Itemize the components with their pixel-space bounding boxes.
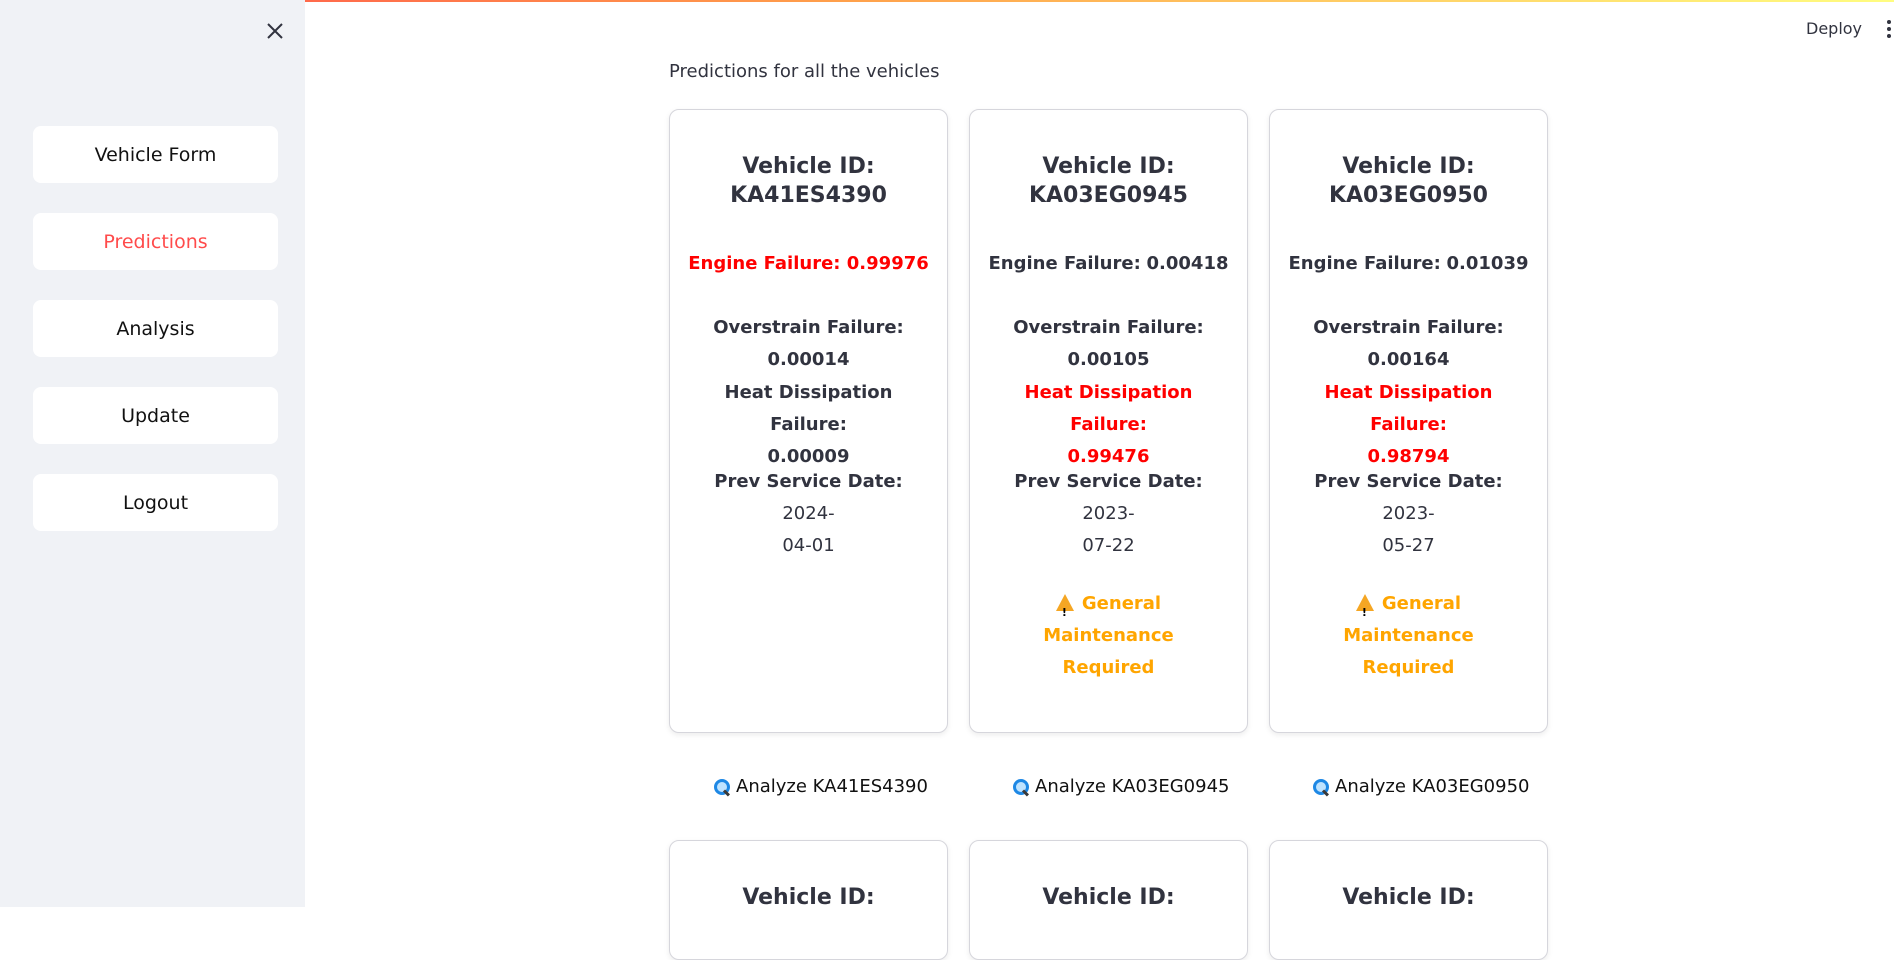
vehicle-card: Vehicle ID: KA03EG0945 Engine Failure: 0… [969,109,1248,733]
metric-value: 0.99476 [1067,446,1150,467]
analyze-vehicle-button[interactable]: Analyze KA03EG0945 [1012,776,1229,797]
magnifying-glass-icon [713,778,730,795]
sidebar-item-update[interactable]: Update [33,387,278,444]
metric-label: Engine Failure: [688,253,841,274]
maintenance-warning: General Maintenance Required [988,588,1229,684]
metric-label: Engine Failure: [1288,253,1441,274]
service-date-part: 2024- [782,503,835,524]
analyze-label: Analyze KA03EG0950 [1335,776,1530,797]
vehicle-card: Vehicle ID: [669,840,948,960]
close-sidebar-button[interactable] [262,18,288,44]
vehicle-card: Vehicle ID: [1269,840,1548,960]
service-date-part: 2023- [1382,503,1435,524]
card-title-prefix: Vehicle ID: [1042,885,1175,910]
sidebar-item-logout[interactable]: Logout [33,474,278,531]
sidebar-item-predictions[interactable]: Predictions [33,213,278,270]
analyze-label: Analyze KA03EG0945 [1035,776,1230,797]
overstrain-failure: Overstrain Failure: 0.00164 [1288,312,1529,376]
metric-label: Heat Dissipation Failure: [1024,382,1193,435]
metric-label: Prev Service Date: [714,471,903,492]
card-title-prefix: Vehicle ID: [1342,885,1475,910]
card-title-prefix: Vehicle ID: [1342,154,1475,179]
prev-service-date: Prev Service Date: 2024- 04-01 [688,466,929,562]
magnifying-glass-icon [1012,778,1029,795]
metric-label: Engine Failure: [988,253,1141,274]
prev-service-date: Prev Service Date: 2023- 07-22 [988,466,1229,562]
prev-service-date: Prev Service Date: 2023- 05-27 [1288,466,1529,562]
vehicle-card: Vehicle ID: KA41ES4390 Engine Failure: 0… [669,109,948,733]
overstrain-failure: Overstrain Failure: 0.00105 [988,312,1229,376]
sidebar-item-label: Vehicle Form [94,143,217,166]
card-title: Vehicle ID: KA03EG0950 [1270,152,1547,210]
analyze-vehicle-button[interactable]: Analyze KA41ES4390 [713,776,928,797]
metric-value: 0.01039 [1446,253,1529,274]
metric-label: Overstrain Failure: [1313,317,1504,338]
service-date-part: 2023- [1082,503,1135,524]
deploy-button[interactable]: Deploy [1806,19,1862,38]
card-title-prefix: Vehicle ID: [1042,154,1175,179]
sidebar-item-label: Logout [122,491,189,514]
metric-value: 0.00014 [767,349,850,370]
warning-icon [1055,594,1074,629]
heat-dissipation-failure: Heat Dissipation Failure: 0.00009 [688,377,929,473]
vehicle-card: Vehicle ID: KA03EG0950 Engine Failure: 0… [1269,109,1548,733]
vehicle-id: KA03EG0950 [1328,183,1488,208]
analyze-label: Analyze KA41ES4390 [736,776,928,797]
card-title: Vehicle ID: KA03EG0945 [970,152,1247,210]
card-title-prefix: Vehicle ID: [742,154,875,179]
vehicle-id: KA03EG0945 [1028,183,1188,208]
warning-icon [1355,594,1374,629]
sidebar: Vehicle Form Predictions Analysis Update… [0,0,305,907]
metric-label: Heat Dissipation Failure: [724,382,893,435]
metric-value: 0.98794 [1367,446,1450,467]
more-menu-icon[interactable] [1884,20,1894,40]
heat-dissipation-failure: Heat Dissipation Failure: 0.99476 [988,377,1229,473]
vehicle-id: KA41ES4390 [730,183,887,208]
sidebar-item-vehicle-form[interactable]: Vehicle Form [33,126,278,183]
close-icon [267,23,283,39]
metric-value: 0.99976 [846,253,929,274]
service-date-part: 05-27 [1382,535,1435,556]
vehicle-card: Vehicle ID: [969,840,1248,960]
sidebar-item-label: Analysis [116,317,195,340]
warning-text: Required [1362,657,1455,678]
page-title: Predictions for all the vehicles [669,61,940,82]
metric-value: 0.00105 [1067,349,1150,370]
sidebar-item-label: Update [121,404,190,427]
service-date-part: 07-22 [1082,535,1135,556]
metric-value: 0.00009 [767,446,850,467]
service-date-part: 04-01 [782,535,835,556]
metric-value: 0.00418 [1146,253,1229,274]
maintenance-warning: General Maintenance Required [1288,588,1529,684]
sidebar-item-label: Predictions [103,230,208,253]
metric-label: Overstrain Failure: [1013,317,1204,338]
magnifying-glass-icon [1312,778,1329,795]
metric-value: 0.00164 [1367,349,1450,370]
metric-label: Overstrain Failure: [713,317,904,338]
warning-text: Required [1062,657,1155,678]
analyze-vehicle-button[interactable]: Analyze KA03EG0950 [1312,776,1529,797]
metric-label: Prev Service Date: [1314,471,1503,492]
heat-dissipation-failure: Heat Dissipation Failure: 0.98794 [1288,377,1529,473]
card-title-prefix: Vehicle ID: [742,885,875,910]
metric-label: Heat Dissipation Failure: [1324,382,1493,435]
overstrain-failure: Overstrain Failure: 0.00014 [688,312,929,376]
engine-failure: Engine Failure: 0.99976 [688,248,929,280]
sidebar-item-analysis[interactable]: Analysis [33,300,278,357]
metric-label: Prev Service Date: [1014,471,1203,492]
engine-failure: Engine Failure: 0.00418 [988,248,1229,280]
engine-failure: Engine Failure: 0.01039 [1288,248,1529,280]
card-title: Vehicle ID: KA41ES4390 [670,152,947,210]
